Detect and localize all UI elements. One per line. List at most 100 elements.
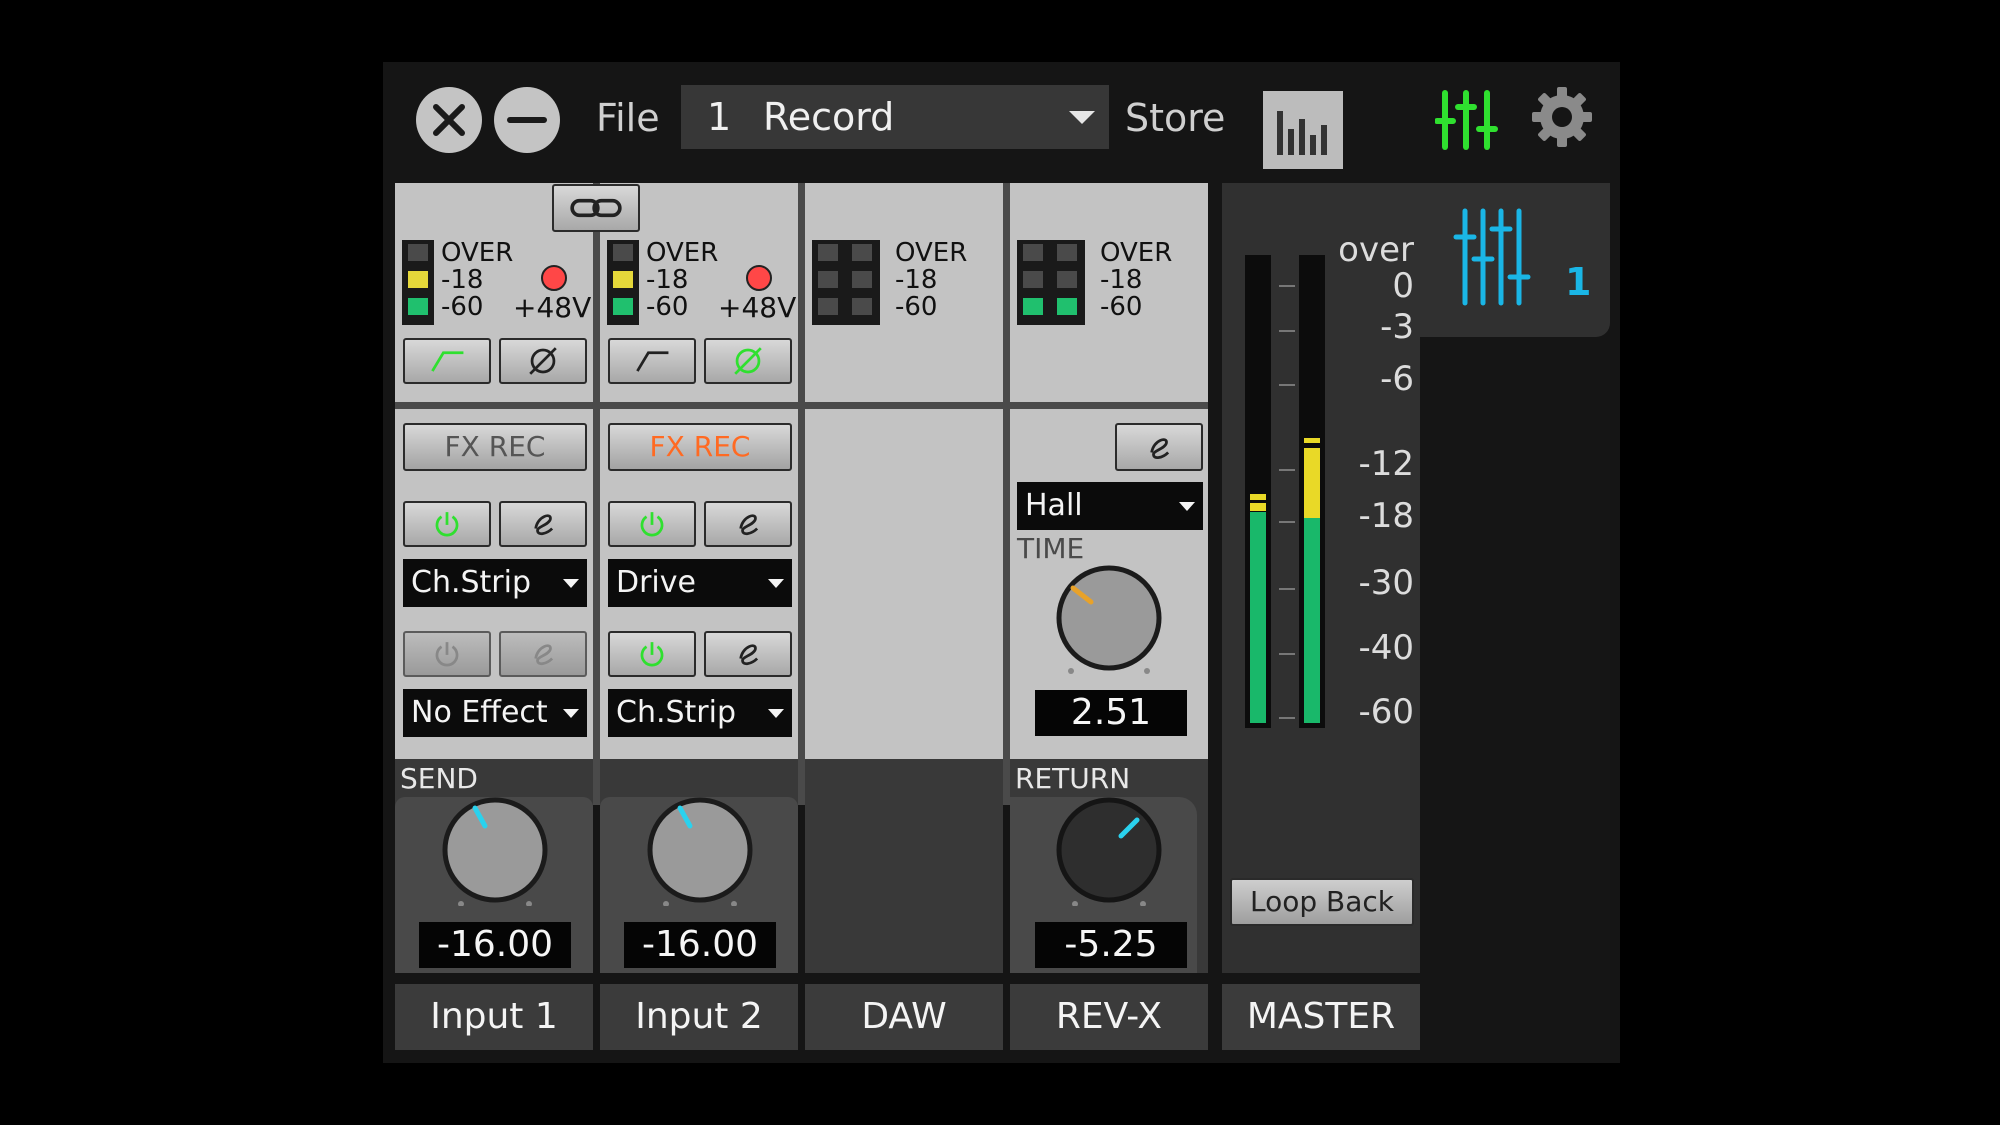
reverb-edit-button[interactable]	[1115, 423, 1203, 471]
scale-label: -40	[1358, 628, 1414, 668]
send-knob[interactable]	[644, 794, 756, 906]
strip-divider	[593, 183, 600, 805]
settings-icon[interactable]	[1528, 83, 1596, 151]
effect2-name: Ch.Strip	[616, 695, 737, 730]
return-value[interactable]: -5.25	[1035, 922, 1187, 968]
mixer-icon[interactable]	[1435, 89, 1499, 151]
meter-tick	[1279, 285, 1295, 287]
meter-level-bar	[1304, 448, 1320, 518]
scale-label: 0	[1392, 266, 1414, 306]
loop-back-button[interactable]: Loop Back	[1230, 878, 1414, 926]
meter-label-18: -18	[895, 265, 938, 295]
phase-button[interactable]	[704, 338, 792, 384]
edit-icon	[1150, 438, 1170, 459]
channel-name-master: MASTER	[1222, 984, 1420, 1050]
scale-label: over	[1338, 230, 1414, 270]
meter-tick	[1279, 588, 1295, 590]
send-knob[interactable]	[439, 794, 551, 906]
effect1-select[interactable]: Ch.Strip	[403, 559, 587, 607]
return-knob[interactable]	[1053, 794, 1165, 906]
effect1-edit-button[interactable]	[704, 501, 792, 547]
level-meter-icon	[1277, 111, 1327, 155]
meter-level-bar	[1304, 518, 1320, 723]
effect2-select[interactable]: Ch.Strip	[608, 689, 792, 737]
phantom-label: +48V	[718, 291, 797, 324]
effect1-power-button[interactable]	[608, 501, 696, 547]
phantom-indicator[interactable]	[541, 265, 567, 291]
reverb-type-select[interactable]: Hall	[1017, 482, 1203, 530]
return-label: RETURN	[1015, 762, 1131, 795]
effect2-select[interactable]: No Effect	[403, 689, 587, 737]
meter-level-bar	[1250, 503, 1266, 511]
effect1-select[interactable]: Drive	[608, 559, 792, 607]
meter-label-over: OVER	[646, 238, 719, 268]
level-meter-leds	[812, 240, 880, 325]
send-value[interactable]: -16.00	[419, 922, 571, 968]
meter-view-button[interactable]	[1263, 91, 1343, 169]
power-icon	[640, 642, 664, 667]
edit-icon	[534, 514, 554, 536]
high-pass-filter-icon	[431, 351, 464, 372]
meter-label-60: -60	[895, 292, 938, 322]
reverb-time-value[interactable]: 2.51	[1035, 690, 1187, 736]
scale-label: -30	[1358, 563, 1414, 603]
scale-label: -6	[1380, 359, 1414, 399]
meter-label-over: OVER	[1100, 238, 1173, 268]
minimize-icon	[507, 117, 547, 123]
mixer-number-icon	[1453, 208, 1531, 306]
effect1-power-button[interactable]	[403, 501, 491, 547]
store-button[interactable]: Store	[1125, 96, 1225, 140]
effect2-edit-button[interactable]	[499, 631, 587, 677]
effect2-power-button[interactable]	[608, 631, 696, 677]
mixer-window: File 1 Record Store OVER -18 -60 +48V FX…	[383, 62, 1620, 1063]
chevron-down-icon	[563, 579, 579, 588]
stereo-link-button[interactable]	[552, 184, 640, 232]
effect2-edit-button[interactable]	[704, 631, 792, 677]
minimize-button[interactable]	[494, 87, 560, 153]
edit-icon	[739, 644, 759, 666]
phantom-label: +48V	[513, 291, 592, 324]
hpf-button[interactable]	[608, 338, 696, 384]
chevron-down-icon	[563, 709, 579, 718]
send-value[interactable]: -16.00	[624, 922, 776, 968]
power-icon	[640, 512, 664, 537]
effect1-name: Drive	[616, 565, 696, 600]
fx-rec-button[interactable]: FX REC	[608, 423, 792, 471]
hpf-button[interactable]	[403, 338, 491, 384]
channel-name-revx: REV-X	[1010, 984, 1208, 1050]
close-button[interactable]	[416, 87, 482, 153]
meter-tick	[1279, 653, 1295, 655]
send-area-daw	[805, 759, 1003, 973]
meter-label-18: -18	[1100, 265, 1143, 295]
scene-number: 1	[707, 95, 732, 139]
close-icon	[433, 104, 465, 136]
reverb-time-knob[interactable]	[1053, 562, 1165, 674]
effect2-name: No Effect	[411, 695, 548, 730]
link-icon	[570, 198, 622, 218]
scale-label: -60	[1358, 692, 1414, 732]
phantom-indicator[interactable]	[746, 265, 772, 291]
channel-name-input2: Input 2	[600, 984, 798, 1050]
scene-select[interactable]: 1 Record	[681, 85, 1109, 149]
channel-name-input1: Input 1	[395, 984, 593, 1050]
strip-divider	[1003, 183, 1010, 805]
file-menu[interactable]: File	[596, 96, 660, 140]
chevron-down-icon	[768, 579, 784, 588]
mixer-number: 1	[1565, 260, 1592, 304]
scale-label: -12	[1358, 444, 1414, 484]
meter-label-60: -60	[1100, 292, 1143, 322]
scene-name: Record	[763, 95, 895, 139]
effect1-name: Ch.Strip	[411, 565, 532, 600]
meter-tick	[1279, 384, 1295, 386]
fx-rec-button[interactable]: FX REC	[403, 423, 587, 471]
meter-label-over: OVER	[895, 238, 968, 268]
meter-level-bar	[1250, 512, 1266, 723]
power-icon	[435, 642, 459, 667]
meter-peak-hold	[1304, 438, 1320, 443]
effect1-edit-button[interactable]	[499, 501, 587, 547]
effect2-power-button[interactable]	[403, 631, 491, 677]
phase-button[interactable]	[499, 338, 587, 384]
meter-tick	[1279, 717, 1295, 719]
master-meter-left	[1245, 255, 1271, 728]
send-label: SEND	[400, 762, 478, 795]
